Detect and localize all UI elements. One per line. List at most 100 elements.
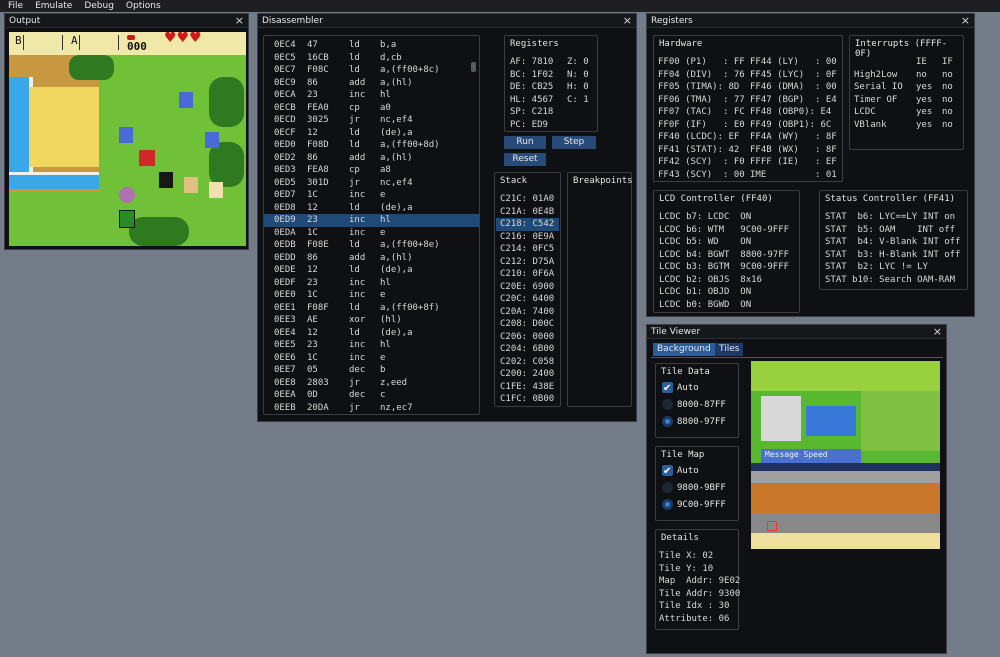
hardware-panel: Hardware FF00 (P1) : FF FF04 (DIV) : 76 FF… xyxy=(653,35,843,182)
tile-map-option-9800[interactable]: 9800-9BFF xyxy=(656,480,738,497)
stack-row[interactable]: C21C: 01A0 xyxy=(496,193,559,206)
cliff-ledge xyxy=(29,87,99,167)
disasm-row[interactable]: 0EE7 05 dec b xyxy=(264,364,479,377)
tile-map-auto-checkbox[interactable]: Auto xyxy=(656,463,738,480)
disasm-row[interactable]: 0EE5 23 inc hl xyxy=(264,339,479,352)
run-button[interactable]: Run xyxy=(504,136,546,149)
hardware-register: FF41 (STAT): 42 xyxy=(658,144,740,155)
menu-file[interactable]: File xyxy=(8,1,23,11)
disasm-mnemonic: jr xyxy=(349,377,360,388)
disasm-row[interactable]: 0EDF 23 inc hl xyxy=(264,277,479,290)
disasm-row[interactable]: 0ECB FEA0 cp a0 xyxy=(264,102,479,115)
disasm-row[interactable]: 0EDE 12 ld (de),a xyxy=(264,264,479,277)
disasm-row[interactable]: 0ECD 3025 jr nc,ef4 xyxy=(264,114,479,127)
stack-row[interactable]: C20E: 6900 xyxy=(496,281,559,294)
disasm-mnemonic: inc xyxy=(349,277,366,288)
stack-row[interactable]: C212: D75A xyxy=(496,256,559,269)
reset-button[interactable]: Reset xyxy=(504,153,546,166)
tile-data-option-8000[interactable]: 8000-87FF xyxy=(656,397,738,414)
stack-row[interactable]: C20A: 7400 xyxy=(496,306,559,319)
disasm-address: 0ECA xyxy=(274,90,296,100)
output-close-icon[interactable]: × xyxy=(235,15,244,26)
disasm-row[interactable]: 0EC4 47 ld b,a xyxy=(264,39,479,52)
tab-background[interactable]: Background xyxy=(653,343,715,356)
stack-row[interactable]: C204: 6B00 xyxy=(496,343,559,356)
disasm-row[interactable]: 0ED0 F08D ld a,(ff00+8d) xyxy=(264,139,479,152)
stack-row[interactable]: C1FC: 0B00 xyxy=(496,393,559,406)
disasm-row[interactable]: 0EDD 86 add a,(hl) xyxy=(264,252,479,265)
interrupt-if: no xyxy=(942,82,953,92)
disasm-mnemonic: ld xyxy=(349,202,360,213)
stack-row[interactable]: C1FE: 438E xyxy=(496,381,559,394)
menu-debug[interactable]: Debug xyxy=(84,1,114,11)
disasm-row[interactable]: 0ED5 301D jr nc,ef4 xyxy=(264,177,479,190)
disasm-row[interactable]: 0EEA 0D dec c xyxy=(264,389,479,402)
disasm-operands: a,(hl) xyxy=(380,152,413,163)
lcd-flag-row: LCDC b4: BGWT 8800-97FF xyxy=(659,249,790,260)
game-screen[interactable]: B A 000 ♥♥♥ xyxy=(9,32,246,246)
disasm-row[interactable]: 0ED8 12 ld (de),a xyxy=(264,202,479,215)
tile-data-auto-checkbox[interactable]: Auto xyxy=(656,380,738,397)
disasm-operands: nz,ec7 xyxy=(380,402,413,413)
stack-row[interactable]: C216: 0E9A xyxy=(496,231,559,244)
disasm-row[interactable]: 0ED3 FEA8 cp a8 xyxy=(264,164,479,177)
output-titlebar[interactable]: Output × xyxy=(5,14,248,28)
step-button[interactable]: Step xyxy=(552,136,596,149)
disasm-row[interactable]: 0EE4 12 ld (de),a xyxy=(264,327,479,340)
disasm-mnemonic: ld xyxy=(349,240,360,250)
disasm-operands: a,(hl) xyxy=(380,252,413,263)
disasm-row[interactable]: 0EDA 1C inc e xyxy=(264,227,479,240)
disassembler-close-icon[interactable]: × xyxy=(623,15,632,26)
flag-value: H: 0 xyxy=(567,82,589,92)
interrupt-name: VBlank xyxy=(854,119,887,130)
disasm-row[interactable]: 0ECA 23 inc hl xyxy=(264,89,479,102)
tile-data-option-8800[interactable]: 8800-97FF xyxy=(656,414,738,431)
disassembler-titlebar[interactable]: Disassembler × xyxy=(258,14,636,28)
stack-row[interactable]: C214: 0FC5 xyxy=(496,243,559,256)
disasm-mnemonic: inc xyxy=(349,190,366,200)
registers-titlebar[interactable]: Registers × xyxy=(647,14,974,28)
hud-b-label: B xyxy=(15,34,22,47)
stack-row[interactable]: C210: 0F6A xyxy=(496,268,559,281)
register-value: AF: 7810 xyxy=(510,57,554,67)
interrupts-panel: Interrupts (FFFF-0F) IE IF High2Low no no S… xyxy=(849,35,964,150)
menu-options[interactable]: Options xyxy=(126,1,161,11)
disasm-row[interactable]: 0EE0 1C inc e xyxy=(264,289,479,302)
disasm-row[interactable]: 0ED7 1C inc e xyxy=(264,189,479,202)
disasm-row[interactable]: 0ECF 12 ld (de),a xyxy=(264,127,479,140)
disasm-row[interactable]: 0ED9 23 inc hl xyxy=(264,214,479,227)
tile-map-option-9c00[interactable]: 9C00-9FFF xyxy=(656,497,738,514)
stack-row[interactable]: C200: 2400 xyxy=(496,368,559,381)
stack-row[interactable]: C202: C058 xyxy=(496,356,559,369)
disasm-operands: a0 xyxy=(380,102,391,113)
disasm-row[interactable]: 0EC5 16CB ld d,cb xyxy=(264,52,479,65)
stack-row[interactable]: C20C: 6400 xyxy=(496,293,559,306)
registers-close-icon[interactable]: × xyxy=(961,15,970,26)
stack-row[interactable]: C21A: 0E4B xyxy=(496,206,559,219)
breakpoints-panel: Breakpoints xyxy=(567,172,633,407)
tile-viewer-titlebar[interactable]: Tile Viewer × xyxy=(647,325,946,339)
tile-map-preview[interactable]: Message Speed xyxy=(751,361,940,549)
stack-title: Stack xyxy=(500,176,528,186)
disasm-operands: a,(ff00+8c) xyxy=(380,65,440,75)
stack-row[interactable]: C218: C542 xyxy=(496,218,559,231)
disasm-operands: hl xyxy=(380,277,391,288)
disasm-row[interactable]: 0EEB 20DA jr nz,ec7 xyxy=(264,402,479,415)
disasm-row[interactable]: 0EE3 AE xor (hl) xyxy=(264,314,479,327)
disasm-scrollbar[interactable] xyxy=(471,62,476,72)
tile-map-title: Tile Map xyxy=(661,450,705,460)
disasm-listing[interactable]: 0EC4 47 ld b,a 0EC5 16CB ld d,cb 0EC7 F08C ld a,(ff… xyxy=(263,35,480,415)
tab-tiles[interactable]: Tiles xyxy=(715,343,744,356)
lcd-flag-row: LCDC b3: BGTM 9C00-9FFF xyxy=(659,262,790,272)
tile-viewer-close-icon[interactable]: × xyxy=(933,326,942,337)
menu-emulate[interactable]: Emulate xyxy=(35,1,72,11)
disasm-row[interactable]: 0EE1 F08F ld a,(ff00+8f) xyxy=(264,302,479,315)
disasm-row[interactable]: 0EC9 86 add a,(hl) xyxy=(264,77,479,90)
disasm-row[interactable]: 0EC7 F08C ld a,(ff00+8c) xyxy=(264,64,479,77)
disasm-row[interactable]: 0ED2 86 add a,(hl) xyxy=(264,152,479,165)
disasm-row[interactable]: 0EE6 1C inc e xyxy=(264,352,479,365)
stack-row[interactable]: C206: 0000 xyxy=(496,331,559,344)
stack-row[interactable]: C208: D00C xyxy=(496,318,559,331)
disasm-row[interactable]: 0EDB F08E ld a,(ff00+8e) xyxy=(264,239,479,252)
disasm-row[interactable]: 0EE8 2803 jr z,eed xyxy=(264,377,479,390)
